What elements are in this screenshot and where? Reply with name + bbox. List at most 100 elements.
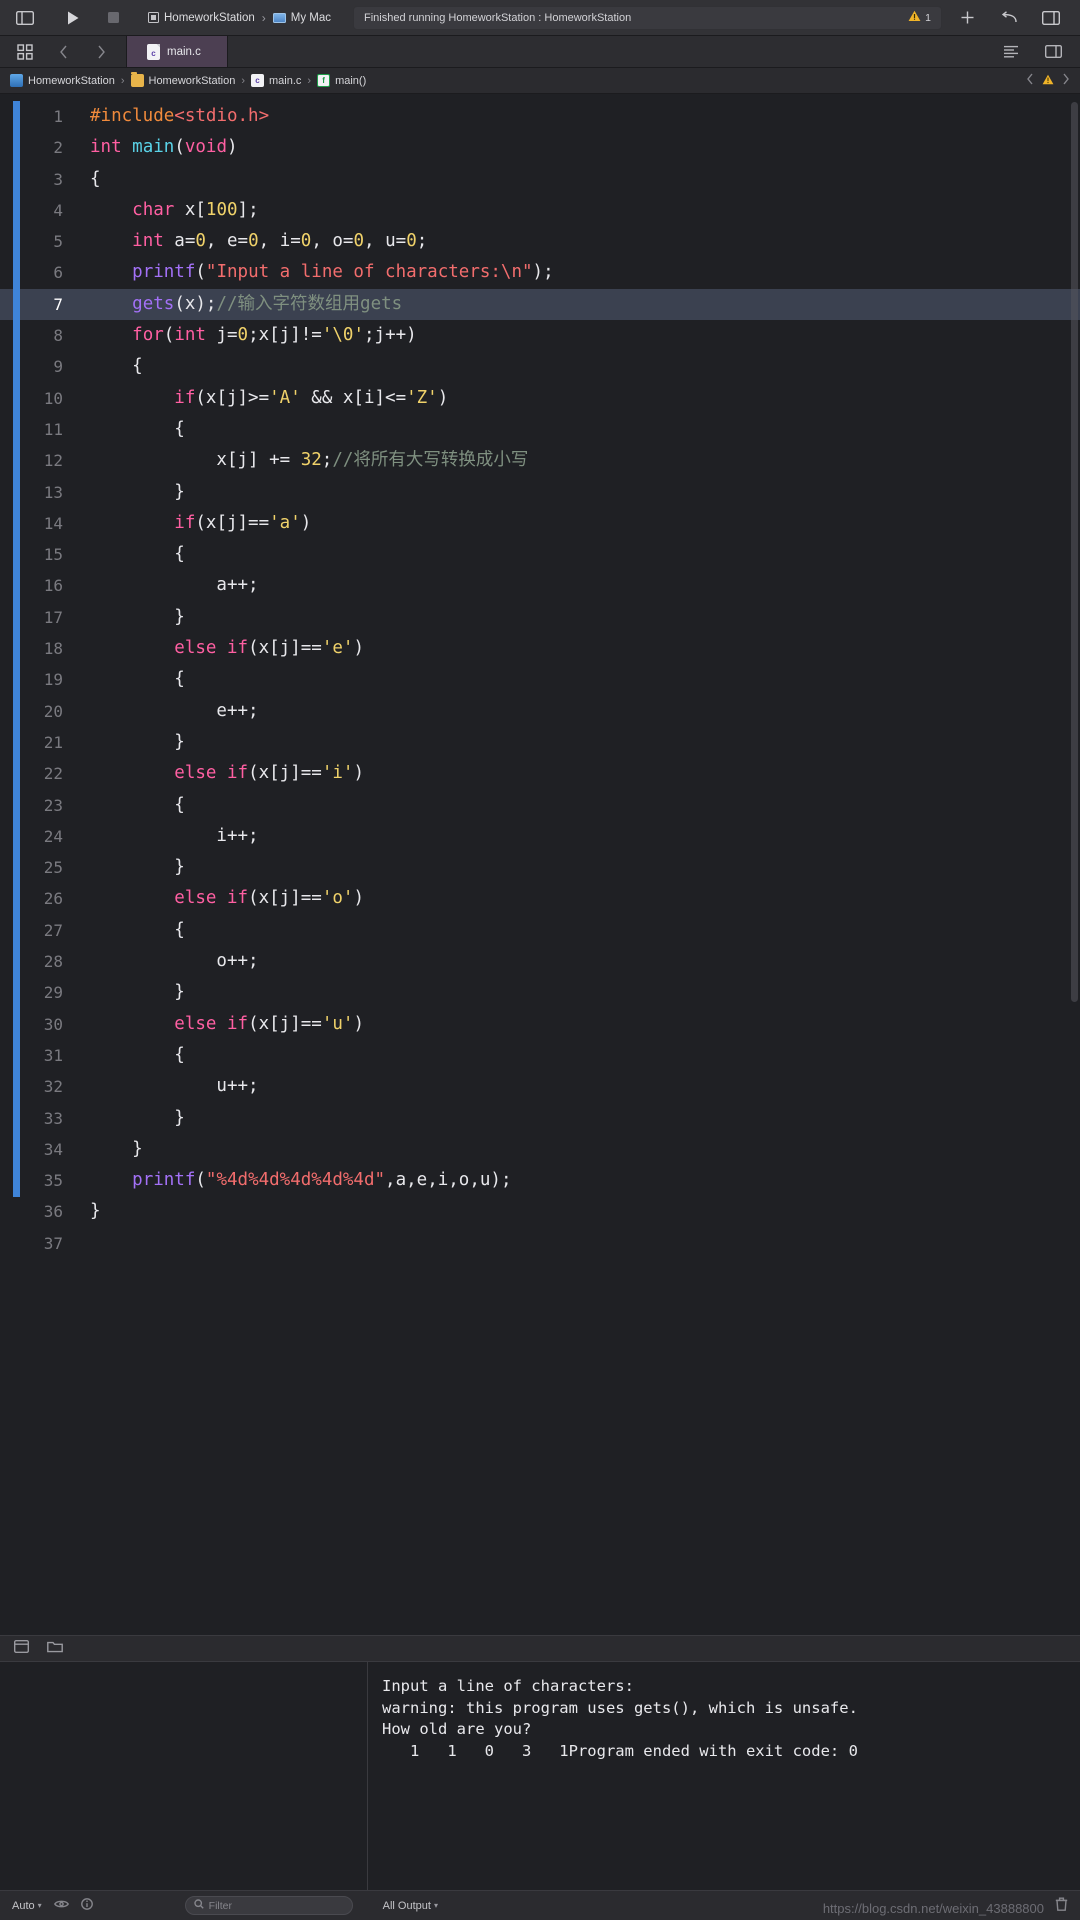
chevron-right-icon[interactable] bbox=[1062, 73, 1070, 88]
scheme-selector[interactable]: HomeworkStation › My Mac bbox=[148, 11, 331, 25]
function-icon: f bbox=[317, 74, 331, 87]
line-number-28: 28 bbox=[43, 952, 63, 972]
chevron-left-icon[interactable] bbox=[1026, 73, 1034, 88]
inspector-panel-icon[interactable] bbox=[1038, 5, 1064, 31]
code-text-7: gets(x);//输入字符数组用gets bbox=[76, 289, 402, 320]
code-token: ,a,e,i,o,u); bbox=[385, 1170, 512, 1191]
plus-icon[interactable] bbox=[954, 5, 980, 31]
code-line-23[interactable]: 23 { bbox=[0, 790, 1080, 821]
code-line-24[interactable]: 24 i++; bbox=[0, 821, 1080, 852]
code-line-21[interactable]: 21 } bbox=[0, 727, 1080, 758]
breadcrumb-item-1[interactable]: HomeworkStation bbox=[130, 72, 235, 87]
code-token: ) bbox=[353, 638, 364, 659]
code-line-8[interactable]: 8 for(int j=0;x[j]!='\0';j++) bbox=[0, 320, 1080, 351]
code-line-32[interactable]: 32 u++; bbox=[0, 1071, 1080, 1102]
code-line-13[interactable]: 13 } bbox=[0, 477, 1080, 508]
code-line-18[interactable]: 18 else if(x[j]=='e') bbox=[0, 633, 1080, 664]
code-line-20[interactable]: 20 e++; bbox=[0, 696, 1080, 727]
line-number-22: 22 bbox=[43, 764, 63, 784]
tab-main-c[interactable]: c main.c bbox=[126, 36, 228, 67]
chevron-right-icon[interactable] bbox=[88, 39, 114, 65]
auto-mode-selector[interactable]: Auto ▾ bbox=[12, 1900, 42, 1912]
code-token: { bbox=[90, 168, 101, 189]
code-line-10[interactable]: 10 if(x[j]>='A' && x[i]<='Z') bbox=[0, 383, 1080, 414]
activity-status-bar[interactable]: Finished running HomeworkStation : Homew… bbox=[353, 5, 942, 30]
code-line-12[interactable]: 12 x[j] += 32;//将所有大写转换成小写 bbox=[0, 445, 1080, 476]
breadcrumb-item-3[interactable]: f main() bbox=[317, 74, 366, 87]
code-line-31[interactable]: 31 { bbox=[0, 1040, 1080, 1071]
console-filter-field[interactable]: Filter bbox=[184, 1896, 353, 1915]
tab-nav-group bbox=[0, 36, 126, 67]
code-token: e++; bbox=[90, 700, 259, 721]
code-line-9[interactable]: 9 { bbox=[0, 351, 1080, 382]
run-play-icon[interactable] bbox=[60, 5, 86, 31]
code-line-29[interactable]: 29 } bbox=[0, 977, 1080, 1008]
code-token: a++; bbox=[90, 575, 259, 596]
code-line-34[interactable]: 34 } bbox=[0, 1134, 1080, 1165]
code-line-14[interactable]: 14 if(x[j]=='a') bbox=[0, 508, 1080, 539]
trash-icon[interactable] bbox=[1055, 1897, 1068, 1914]
code-line-3[interactable]: 3{ bbox=[0, 164, 1080, 195]
eye-icon[interactable] bbox=[53, 1899, 69, 1912]
code-line-28[interactable]: 28 o++; bbox=[0, 946, 1080, 977]
code-line-26[interactable]: 26 else if(x[j]=='o') bbox=[0, 883, 1080, 914]
split-editor-icon[interactable] bbox=[1040, 39, 1066, 65]
warning-triangle-icon[interactable] bbox=[1042, 74, 1054, 88]
code-line-15[interactable]: 15 { bbox=[0, 539, 1080, 570]
status-warnings[interactable]: 1 bbox=[908, 9, 931, 27]
info-circle-icon[interactable] bbox=[80, 1898, 93, 1913]
line-number-10: 10 bbox=[43, 388, 63, 408]
code-text-2: int main(void) bbox=[76, 132, 238, 163]
code-line-6[interactable]: 6 printf("Input a line of characters:\n"… bbox=[0, 257, 1080, 288]
line-number-21: 21 bbox=[43, 732, 63, 752]
code-line-22[interactable]: 22 else if(x[j]=='i') bbox=[0, 758, 1080, 789]
code-line-7[interactable]: 7 gets(x);//输入字符数组用gets bbox=[0, 288, 1080, 321]
code-line-27[interactable]: 27 { bbox=[0, 915, 1080, 946]
code-token: ; bbox=[416, 231, 428, 252]
code-text-4: char x[100]; bbox=[76, 195, 258, 226]
code-line-17[interactable]: 17 } bbox=[0, 602, 1080, 633]
code-token: int bbox=[132, 231, 164, 252]
code-text-36: } bbox=[76, 1196, 101, 1227]
chevron-left-icon[interactable] bbox=[50, 39, 76, 65]
breadcrumb-item-0[interactable]: HomeworkStation bbox=[10, 74, 115, 87]
code-line-2[interactable]: 2 int main(void) bbox=[0, 132, 1080, 163]
code-token: (x); bbox=[174, 293, 217, 314]
console-view-icon[interactable] bbox=[47, 1640, 63, 1658]
stop-square-icon[interactable] bbox=[100, 5, 126, 31]
variables-view-icon[interactable] bbox=[13, 1639, 30, 1658]
code-text-17: } bbox=[76, 602, 185, 633]
variables-pane[interactable] bbox=[0, 1662, 368, 1890]
code-line-5[interactable]: 5 int a=0, e=0, i=0, o=0, u=0; bbox=[0, 226, 1080, 257]
editor-vertical-scrollbar[interactable] bbox=[1071, 102, 1078, 1002]
code-line-35[interactable]: 35 printf("%4d%4d%4d%4d%4d",a,e,i,o,u); bbox=[0, 1165, 1080, 1196]
code-line-33[interactable]: 33 } bbox=[0, 1103, 1080, 1134]
source-editor[interactable]: 1 #include<stdio.h> 2 int main(void) 3{4 cha… bbox=[0, 94, 1080, 1635]
breadcrumb-item-2[interactable]: c main.c bbox=[251, 74, 301, 87]
code-token: ( bbox=[195, 262, 206, 283]
code-line-30[interactable]: 30 else if(x[j]=='u') bbox=[0, 1009, 1080, 1040]
sidebar-toggle-icon[interactable] bbox=[12, 5, 38, 31]
code-token: , i= bbox=[258, 231, 301, 252]
code-line-37[interactable]: 37 bbox=[0, 1228, 1080, 1259]
code-line-4[interactable]: 4 char x[100]; bbox=[0, 195, 1080, 226]
code-line-19[interactable]: 19 { bbox=[0, 664, 1080, 695]
code-token: ); bbox=[532, 262, 554, 283]
code-token: 0 bbox=[406, 231, 417, 252]
list-lines-icon[interactable] bbox=[998, 39, 1024, 65]
code-token: ; bbox=[321, 450, 333, 471]
code-line-11[interactable]: 11 { bbox=[0, 414, 1080, 445]
code-line-16[interactable]: 16 a++; bbox=[0, 570, 1080, 601]
code-line-36[interactable]: 36} bbox=[0, 1196, 1080, 1227]
output-mode-selector[interactable]: All Output ▾ bbox=[383, 1900, 438, 1912]
tab-grid-icon[interactable] bbox=[12, 39, 38, 65]
undo-arrow-icon[interactable] bbox=[996, 5, 1022, 31]
source-editor-area: 1 #include<stdio.h> 2 int main(void) 3{4 cha… bbox=[0, 94, 1080, 1635]
code-line-25[interactable]: 25 } bbox=[0, 852, 1080, 883]
code-line-1[interactable]: 1 #include<stdio.h> bbox=[0, 101, 1080, 132]
console-output-pane[interactable]: Input a line of characters: warning: this… bbox=[368, 1662, 1080, 1890]
